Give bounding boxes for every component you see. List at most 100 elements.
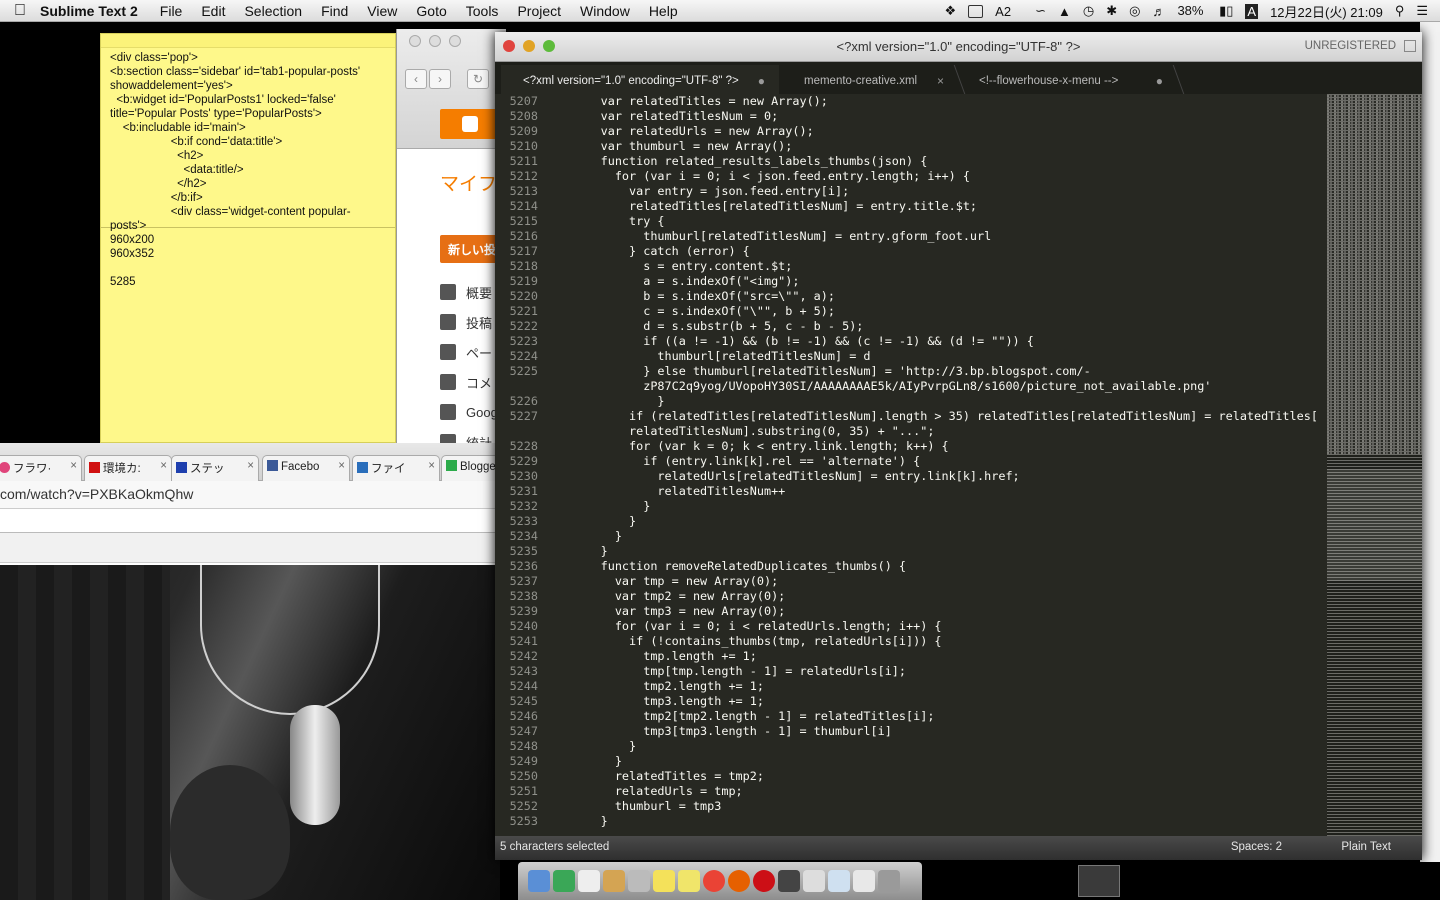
volume-icon[interactable]: ♬	[1152, 4, 1165, 19]
code-line[interactable]: relatedUrls[relatedTitlesNum] = entry.li…	[558, 469, 1318, 484]
chrome-icon[interactable]	[703, 870, 725, 892]
code-line[interactable]: if (entry.link[k].rel == 'alternate') {	[558, 454, 1318, 469]
rss-icon[interactable]: ∽	[1035, 3, 1046, 19]
code-line[interactable]: tmp2.length += 1;	[558, 679, 1318, 694]
nav-google-plus[interactable]: Goog	[440, 397, 498, 427]
sticky-title-bar[interactable]	[101, 34, 395, 48]
time-machine-icon[interactable]: ◷	[1083, 3, 1094, 19]
editor-tab[interactable]: <!--flowerhouse-x-menu --> ●	[957, 65, 1185, 94]
menu-project[interactable]: Project	[517, 3, 561, 19]
code-line[interactable]: tmp2[tmp2.length - 1] = relatedTitles[i]…	[558, 709, 1318, 724]
code-line[interactable]: function removeRelatedDuplicates_thumbs(…	[558, 559, 1318, 574]
sticky-code-text[interactable]: <div class='pop'> <b:section class='side…	[101, 48, 395, 231]
code-line[interactable]: var tmp = new Array(0);	[558, 574, 1318, 589]
code-line[interactable]: var tmp3 = new Array(0);	[558, 604, 1318, 619]
minimap[interactable]	[1327, 94, 1422, 836]
menu-help[interactable]: Help	[649, 3, 678, 19]
blog-title[interactable]: マイフ	[440, 169, 497, 196]
code-line[interactable]: } catch (error) {	[558, 244, 1318, 259]
syntax-setting[interactable]: Plain Text	[1341, 836, 1391, 859]
bluetooth-icon[interactable]: ✱	[1106, 3, 1117, 19]
code-line[interactable]: if (!contains_thumbs(tmp, relatedUrls[i]…	[558, 634, 1318, 649]
nav-stats[interactable]: 統計	[440, 427, 498, 443]
document-icon[interactable]	[803, 870, 825, 892]
trash-icon[interactable]	[878, 870, 900, 892]
code-line[interactable]: }	[558, 394, 1318, 409]
browser-tab[interactable]: 環境カ: ×	[84, 455, 172, 481]
code-line[interactable]: }	[558, 814, 1318, 829]
input-indicator[interactable]: А2	[995, 4, 1023, 19]
code-line[interactable]: a = s.indexOf("<img");	[558, 274, 1318, 289]
minimap-viewport[interactable]	[1327, 469, 1422, 581]
code-editor[interactable]: 5207 5208 5209 5210 5211 5212 5213 5214 5215 5216…	[495, 94, 1327, 836]
video-player[interactable]	[0, 565, 500, 900]
indentation-setting[interactable]: Spaces: 2	[1231, 836, 1282, 859]
code-line[interactable]: tmp3.length += 1;	[558, 694, 1318, 709]
close-tab-icon[interactable]: ×	[247, 460, 254, 472]
browser-tab[interactable]: フラワ· ×	[0, 455, 82, 481]
menu-find[interactable]: Find	[321, 3, 348, 19]
dropbox-icon[interactable]: ❖	[945, 3, 957, 19]
video-thumbnail[interactable]	[1078, 865, 1120, 897]
code-line[interactable]: var entry = json.feed.entry[i];	[558, 184, 1318, 199]
code-line[interactable]: var thumburl = new Array();	[558, 139, 1318, 154]
code-line[interactable]: relatedUrls = tmp;	[558, 784, 1318, 799]
forward-button[interactable]: ›	[429, 69, 451, 89]
code-line[interactable]: }	[558, 529, 1318, 544]
code-line[interactable]: tmp3[tmp3.length - 1] = thumburl[i]	[558, 724, 1318, 739]
close-tab-icon[interactable]: ×	[428, 460, 435, 472]
opera-icon[interactable]	[753, 870, 775, 892]
code-line[interactable]: thumburl[relatedTitlesNum] = entry.gform…	[558, 229, 1318, 244]
notes-icon[interactable]	[603, 870, 625, 892]
code-line[interactable]: for (var i = 0; i < json.feed.entry.leng…	[558, 169, 1318, 184]
preview-icon[interactable]	[828, 870, 850, 892]
file-icon[interactable]	[628, 870, 650, 892]
sticky-notes[interactable]: 960x200 960x352 5285	[101, 228, 395, 294]
code-line[interactable]: try {	[558, 214, 1318, 229]
browser-tab[interactable]: ステッ ×	[171, 455, 259, 481]
code-line[interactable]: relatedTitlesNum++	[558, 484, 1318, 499]
minimize-button[interactable]	[429, 35, 441, 47]
code-line[interactable]: for (var i = 0; i < relatedUrls.length; …	[558, 619, 1318, 634]
reload-button[interactable]: ↻	[467, 69, 489, 89]
fullscreen-icon[interactable]	[1404, 40, 1416, 52]
code-line[interactable]: }	[558, 514, 1318, 529]
address-bar[interactable]: com/watch?v=PXBKaOkmQhw	[0, 481, 500, 509]
code-line[interactable]: if ((a != -1) && (b != -1) && (c != -1) …	[558, 334, 1318, 349]
code-line[interactable]: }	[558, 739, 1318, 754]
drive-icon[interactable]: ▲	[1058, 4, 1071, 19]
apple-menu-icon[interactable]: 	[0, 2, 40, 20]
spotlight-icon[interactable]: ⚲	[1395, 3, 1405, 19]
editor-tab[interactable]: <?xml version="1.0" encoding="UTF-8" ?> ●	[501, 65, 779, 94]
code-line[interactable]: if (relatedTitles[relatedTitlesNum].leng…	[558, 409, 1318, 424]
code-line[interactable]: }	[558, 499, 1318, 514]
editor-tab[interactable]: memento-creative.xml ×	[782, 65, 966, 94]
blogger-logo[interactable]	[440, 109, 500, 139]
downloads-icon[interactable]	[853, 870, 875, 892]
nav-pages[interactable]: ペー	[440, 337, 498, 367]
code-line[interactable]: } else thumburl[relatedTitlesNum] = 'htt…	[558, 364, 1318, 379]
back-button[interactable]: ‹	[405, 69, 427, 89]
code-line[interactable]: relatedTitles = tmp2;	[558, 769, 1318, 784]
window-title-bar[interactable]: <?xml version="1.0" encoding="UTF-8" ?> …	[495, 32, 1422, 62]
menu-goto[interactable]: Goto	[416, 3, 446, 19]
menu-window[interactable]: Window	[580, 3, 630, 19]
code-line[interactable]: relatedTitlesNum].substring(0, 35) + "..…	[558, 424, 1318, 439]
zoom-window-button[interactable]	[543, 40, 555, 52]
unsaved-dot-icon[interactable]: ●	[758, 74, 765, 88]
close-window-button[interactable]	[503, 40, 515, 52]
close-tab-icon[interactable]: ×	[338, 460, 345, 472]
menu-view[interactable]: View	[367, 3, 397, 19]
code-line[interactable]: function related_results_labels_thumbs(j…	[558, 154, 1318, 169]
clock[interactable]: 12月22日(火) 21:09	[1270, 2, 1383, 21]
stickies-icon[interactable]	[653, 870, 675, 892]
nav-posts[interactable]: 投稿	[440, 307, 498, 337]
nav-comments[interactable]: コメ	[440, 367, 498, 397]
code-line[interactable]: var relatedTitles = new Array();	[558, 94, 1318, 109]
code-line[interactable]: }	[558, 544, 1318, 559]
code-line[interactable]: for (var k = 0; k < entry.link.length; k…	[558, 439, 1318, 454]
menu-tools[interactable]: Tools	[466, 3, 499, 19]
minimize-window-button[interactable]	[523, 40, 535, 52]
menu-selection[interactable]: Selection	[244, 3, 302, 19]
code-line[interactable]: thumburl = tmp3	[558, 799, 1318, 814]
